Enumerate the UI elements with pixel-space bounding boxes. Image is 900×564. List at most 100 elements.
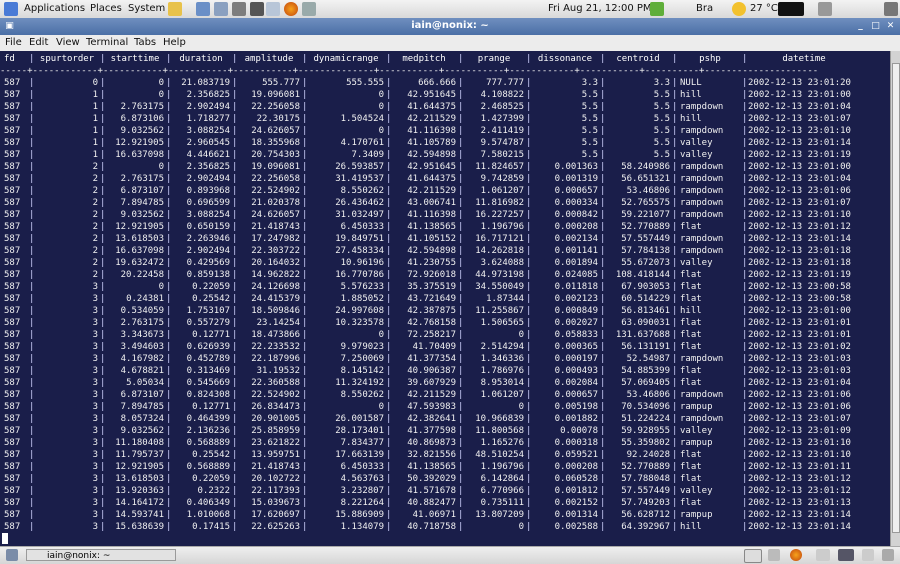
table-cell: 0.001363 [554,162,598,172]
keyboard-icon[interactable] [744,549,762,563]
table-cell: 34.550049 [475,282,524,292]
column-separator: | [742,162,748,172]
column-separator: | [526,282,532,292]
table-cell: 587 [4,462,21,472]
keyboard-layout[interactable]: Bra [696,2,713,16]
trash-icon[interactable] [882,549,894,561]
weather-temp[interactable]: 27 °C [750,2,778,16]
menu-applications[interactable]: Applications [24,2,85,16]
column-separator: | [166,102,172,112]
column-separator: | [672,510,678,520]
table-cell: 3 [92,306,98,316]
workspace-4-icon[interactable] [862,549,874,561]
calculator-icon[interactable] [232,2,246,16]
menu-tabs[interactable]: Tabs [134,37,156,49]
table-cell: 0.2322 [197,486,230,496]
minimize-icon[interactable]: _ [854,20,867,32]
column-separator: | [600,234,606,244]
column-separator: | [526,126,532,136]
table-cell: 0.824308 [186,390,230,400]
clock[interactable]: Fri Aug 21, 12:00 PM [548,2,652,16]
table-cell: 26.001587 [335,414,384,424]
scrollbar-thumb[interactable] [892,63,900,533]
menu-places[interactable]: Places [90,2,122,16]
table-cell: 587 [4,366,21,376]
table-cell: 6.873107 [120,186,164,196]
table-row: 587 2 6.873107 0.893968 22.524902 8.550262 42.… [0,185,890,197]
menu-edit[interactable]: Edit [29,37,48,49]
help-icon[interactable] [302,2,316,16]
menu-help[interactable]: Help [163,37,186,49]
column-separator: | [672,210,678,220]
screenshot-icon[interactable] [214,2,228,16]
column-separator: | [386,270,392,280]
table-cell: rampdown [680,162,724,172]
column-separator: | [100,126,106,136]
column-separator: | [526,78,532,88]
table-cell: flat [680,450,702,460]
window-titlebar[interactable]: ▣ iain@nonix: ~ _ □ ✕ [0,18,900,35]
table-cell: 1.506565 [480,318,524,328]
table-cell: 23.14254 [256,318,300,328]
table-cell: 64.392967 [621,522,670,532]
table-cell: 0.000197 [554,354,598,364]
notes-icon[interactable] [168,2,182,16]
column-separator: | [302,294,308,304]
table-cell: 0.000365 [554,342,598,352]
table-row: 587 3 3.343673 0.12771 18.473866 0 72.258217 0 0… [0,329,890,341]
table-cell: 587 [4,102,21,112]
volume-icon[interactable] [818,2,832,16]
terminal-launcher-icon[interactable] [250,2,264,16]
column-separator: | [600,162,606,172]
column-separator: | [386,498,392,508]
table-cell: 7.580215 [480,150,524,160]
column-separator: | [458,330,464,340]
close-icon[interactable]: ✕ [884,20,897,32]
menu-system[interactable]: System [128,2,165,16]
column-separator: | [672,270,678,280]
menu-view[interactable]: View [56,37,80,49]
table-cell: 2.763175 [120,174,164,184]
table-cell: 3 [92,390,98,400]
maximize-icon[interactable]: □ [869,20,882,32]
workspace-2-icon[interactable] [816,549,830,561]
table-cell: 22.524902 [251,186,300,196]
menu-terminal[interactable]: Terminal [86,37,128,49]
mail-icon[interactable] [266,2,280,16]
table-cell: 2.263946 [186,234,230,244]
table-row: 587 0 0 21.083719 555.777 555.555 666.666 777.7… [0,77,890,89]
gnome-foot-icon[interactable] [4,2,18,16]
table-cell: 51.224224 [621,414,670,424]
system-monitor-icon[interactable] [778,2,804,16]
column-separator: | [100,102,106,112]
terminal-output[interactable]: fd spurtorder starttime duration amplitude dy… [0,51,890,546]
table-cell: 2002-12-13 23:01:06 [748,186,851,196]
show-desktop-icon[interactable] [6,549,18,561]
column-separator: | [742,306,748,316]
table-cell: 6.770966 [480,486,524,496]
table-cell: 11.324192 [335,378,384,388]
column-separator: | [232,186,238,196]
table-cell: 587 [4,510,21,520]
network-icon[interactable] [196,2,210,16]
column-separator: | [458,306,464,316]
column-separator: | [458,126,464,136]
column-separator: | [742,186,748,196]
firefox-icon[interactable] [284,2,298,16]
signal-icon[interactable] [884,2,898,16]
workspace-1-icon[interactable] [768,549,780,561]
table-cell: 3.3 [653,78,670,88]
column-separator: | [742,78,748,88]
update-notifier-icon[interactable] [650,2,664,16]
table-row: 587 3 13.618503 0.22059 20.102722 4.563763 50.… [0,473,890,485]
workspace-3-icon[interactable] [838,549,854,561]
table-cell: 20.164032 [251,258,300,268]
column-separator: | [672,306,678,316]
taskbar-terminal-button[interactable]: iain@nonix: ~ [26,549,176,561]
column-separator: | [100,402,106,412]
table-cell: 26.436462 [335,198,384,208]
column-separator: | [29,126,35,136]
menu-file[interactable]: File [5,37,22,49]
terminal-scrollbar[interactable] [890,51,900,546]
taskbar-firefox-icon[interactable] [790,549,802,561]
